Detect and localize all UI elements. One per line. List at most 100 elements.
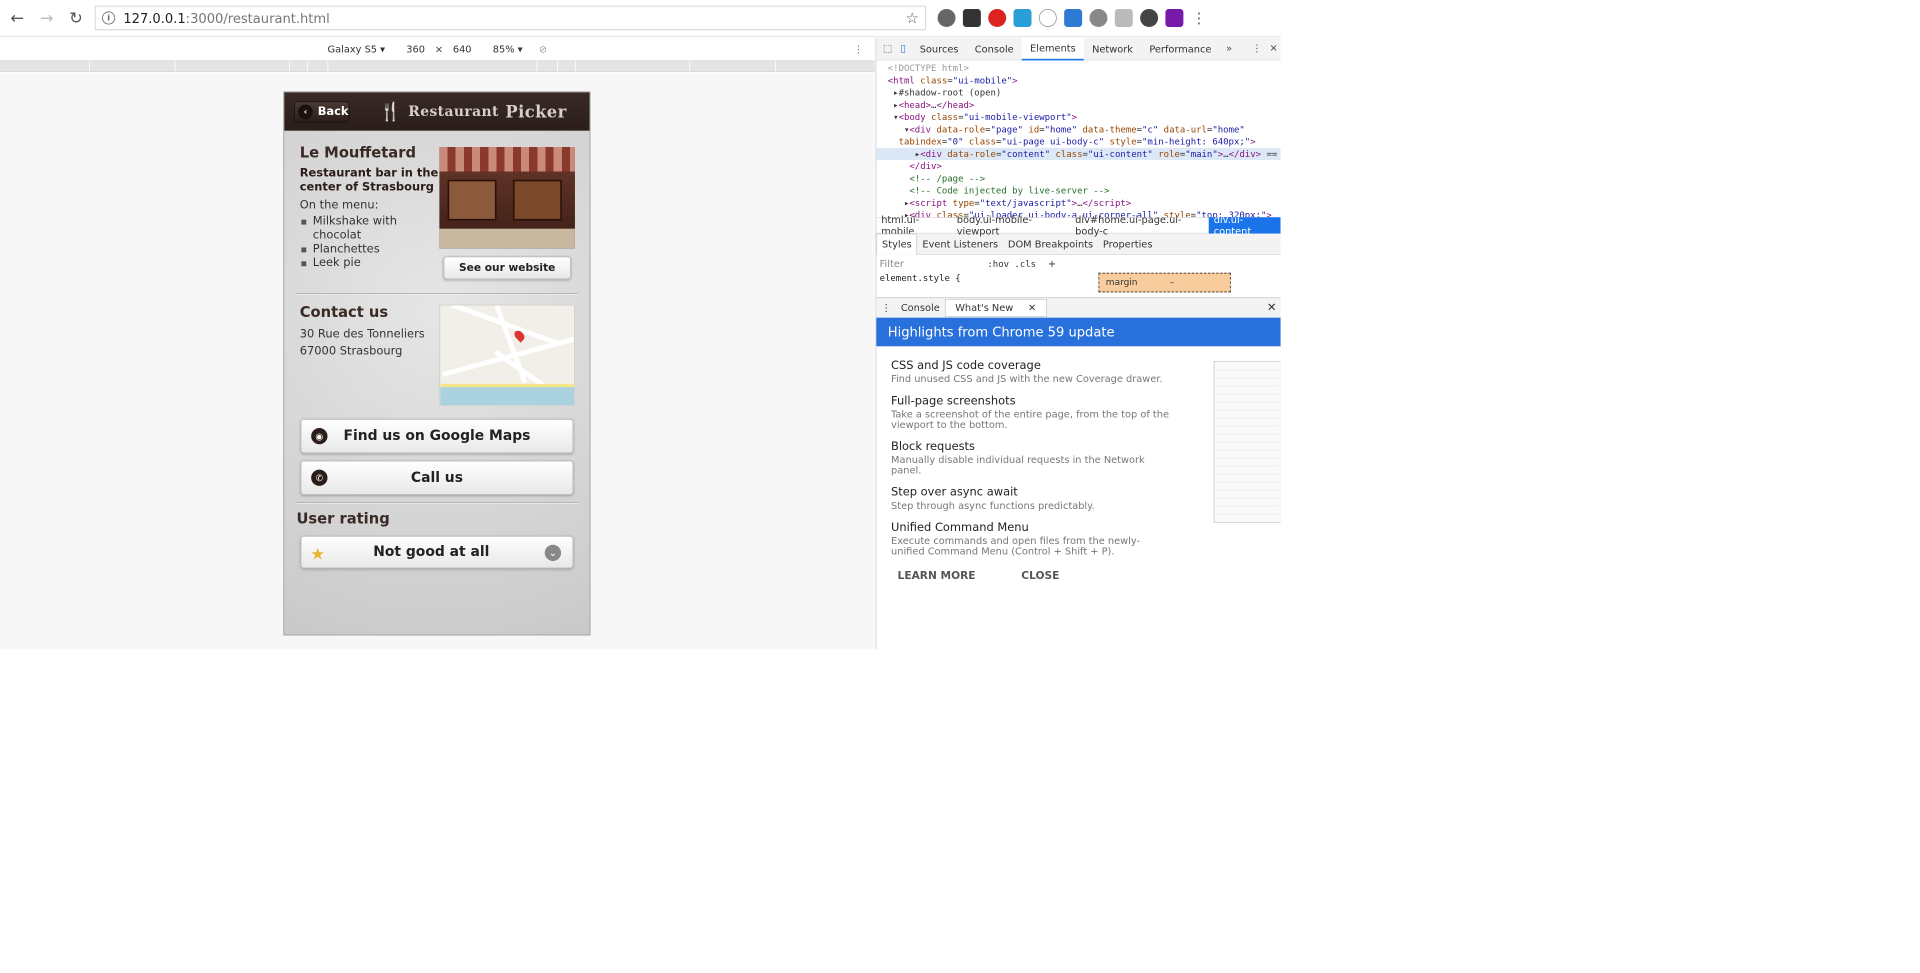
more-tabs-icon[interactable]: »: [1226, 42, 1237, 55]
feature-desc: Manually disable individual requests in …: [891, 454, 1145, 477]
close-tab-icon[interactable]: ✕: [1023, 302, 1041, 313]
see-website-button[interactable]: See our website: [443, 256, 571, 280]
drawer-menu-icon[interactable]: ⋮: [876, 302, 896, 313]
whats-new-banner: Highlights from Chrome 59 update: [876, 317, 1281, 347]
drawer-tab-whats-new[interactable]: What's New ✕: [944, 298, 1047, 317]
pocket-extension-icon[interactable]: [962, 8, 981, 27]
device-height[interactable]: 640: [453, 43, 472, 54]
list-item: Unified Command Menu Execute commands and…: [891, 521, 1173, 557]
inspect-icon[interactable]: ⬚: [883, 42, 894, 55]
breadcrumb-item-active[interactable]: div.ui-content: [1208, 214, 1281, 237]
contact-title: Contact us: [299, 303, 389, 321]
address-bar[interactable]: i 127.0.0.1:3000/restaurant.html ☆: [94, 5, 927, 31]
media-query-ruler[interactable]: [0, 60, 875, 72]
divider: [296, 293, 579, 295]
box-model: margin –: [1098, 272, 1231, 293]
json-extension-icon[interactable]: [1038, 8, 1057, 27]
stop-extension-icon[interactable]: [988, 8, 1007, 27]
ghostery-extension-icon[interactable]: [1013, 8, 1032, 27]
close-button[interactable]: CLOSE: [1021, 570, 1059, 582]
rating-select[interactable]: ★ Not good at all ⌄: [300, 535, 574, 569]
menu-item: Leek pie: [300, 256, 439, 270]
tab-elements[interactable]: Elements: [1021, 37, 1084, 61]
call-us-button[interactable]: ✆ Call us: [300, 460, 574, 495]
list-item: Step over async await Step through async …: [891, 486, 1173, 511]
device-select[interactable]: Galaxy S5 ▾: [328, 43, 386, 54]
dom-tree[interactable]: <!DOCTYPE html> <html class="ui-mobile">…: [876, 60, 1281, 217]
restaurant-info: Le Mouffetard Restaurant bar in the cent…: [300, 145, 439, 271]
tab-performance[interactable]: Performance: [1141, 37, 1219, 60]
onenote-extension-icon[interactable]: [1165, 8, 1184, 27]
styles-filter[interactable]: Filter :hov .cls +: [876, 255, 1280, 273]
feature-desc: Take a screenshot of the entire page, fr…: [891, 408, 1170, 431]
location-map[interactable]: [439, 304, 575, 406]
rotate-icon[interactable]: ⊘: [539, 43, 547, 54]
tab-dom-breakpoints[interactable]: DOM Breakpoints: [1003, 238, 1098, 249]
tab-properties[interactable]: Properties: [1098, 238, 1157, 249]
mobile-viewport: ‹ Back 🍴 Restaurant Picker Le Mouffetard …: [283, 91, 591, 636]
feature-desc: Execute commands and open files from the…: [891, 534, 1141, 557]
device-menu-icon[interactable]: ⋮: [853, 43, 863, 54]
list-item: Block requests Manually disable individua…: [891, 440, 1173, 476]
tab-event-listeners[interactable]: Event Listeners: [917, 238, 1003, 249]
devtools-menu-icon[interactable]: ⋮: [1252, 42, 1263, 55]
bulb-extension-icon[interactable]: [937, 8, 956, 27]
margin-label: margin: [1105, 276, 1138, 288]
back-button[interactable]: ‹ Back: [294, 100, 350, 123]
close-devtools-icon[interactable]: ✕: [1270, 42, 1281, 55]
react-extension-icon[interactable]: [1089, 8, 1108, 27]
logo-text-2: Picker: [505, 101, 567, 122]
google-maps-label: Find us on Google Maps: [343, 427, 531, 445]
tab-styles[interactable]: Styles: [876, 233, 918, 255]
restaurant-photo: [439, 147, 575, 249]
info-icon[interactable]: i: [102, 11, 116, 25]
zoom-select[interactable]: 85% ▾: [493, 43, 523, 54]
add-rule-icon[interactable]: +: [1048, 258, 1056, 269]
address-line-2: 67000 Strasbourg: [299, 344, 403, 358]
timer-extension-icon[interactable]: [1140, 8, 1159, 27]
address-line-1: 30 Rue des Tonneliers: [299, 327, 425, 341]
google-maps-button[interactable]: ◉ Find us on Google Maps: [300, 418, 574, 454]
tab-console[interactable]: Console: [967, 37, 1022, 60]
restaurant-picker-logo: 🍴 Restaurant Picker: [379, 101, 567, 122]
tab-network[interactable]: Network: [1084, 37, 1141, 60]
call-us-label: Call us: [410, 469, 463, 486]
user-rating-title: User rating: [296, 510, 390, 528]
whats-new-list: CSS and JS code coverage Find unused CSS …: [891, 359, 1173, 566]
star-icon: ★: [310, 543, 325, 564]
rating-value: Not good at all: [373, 543, 490, 561]
address: 30 Rue des Tonneliers 67000 Strasbourg: [300, 326, 425, 360]
coverage-screenshot-thumbnail: [1213, 360, 1281, 523]
feature-title: Full-page screenshots: [891, 394, 1016, 408]
menu-item: Planchettes: [300, 243, 439, 257]
device-width[interactable]: 360: [406, 43, 425, 54]
margin-value: –: [1169, 276, 1175, 288]
bookmark-star-icon[interactable]: ☆: [906, 9, 919, 26]
breadcrumb-item[interactable]: div#home.ui-page.ui-body-c: [1070, 214, 1209, 237]
drive-extension-icon[interactable]: [1114, 8, 1133, 27]
back-arrow-icon[interactable]: ←: [5, 6, 30, 31]
drawer-tab-console[interactable]: Console: [896, 302, 945, 313]
drawer-tabs: ⋮ Console What's New ✕ ✕: [876, 297, 1281, 319]
filter-placeholder: Filter: [879, 258, 904, 270]
app-header: ‹ Back 🍴 Restaurant Picker: [284, 92, 590, 131]
learn-more-button[interactable]: LEARN MORE: [898, 570, 976, 582]
hov-cls-toggle[interactable]: :hov .cls: [987, 258, 1036, 269]
forward-arrow-icon[interactable]: →: [34, 6, 59, 31]
breadcrumb-item[interactable]: body.ui-mobile-viewport: [952, 214, 1070, 237]
device-mode-icon[interactable]: ▯: [900, 42, 911, 55]
url-host: 127.0.0.1: [123, 10, 186, 26]
reload-icon[interactable]: ↻: [64, 6, 89, 31]
browser-menu-icon[interactable]: ⋮: [1192, 9, 1207, 26]
phone-icon: ✆: [311, 469, 328, 486]
close-drawer-icon[interactable]: ✕: [1262, 301, 1281, 314]
list-item: CSS and JS code coverage Find unused CSS …: [891, 359, 1173, 384]
tab-sources[interactable]: Sources: [912, 37, 967, 60]
device-name: Galaxy S5: [327, 43, 378, 55]
download-extension-icon[interactable]: [1064, 8, 1083, 27]
restaurant-name: Le Mouffetard: [299, 144, 416, 162]
menu-item: Milkshake with chocolat: [300, 215, 439, 243]
menu-list: Milkshake with chocolat Planchettes Leek…: [300, 215, 439, 271]
feature-title: Step over async await: [891, 485, 1018, 500]
chevron-left-icon: ‹: [298, 104, 313, 119]
